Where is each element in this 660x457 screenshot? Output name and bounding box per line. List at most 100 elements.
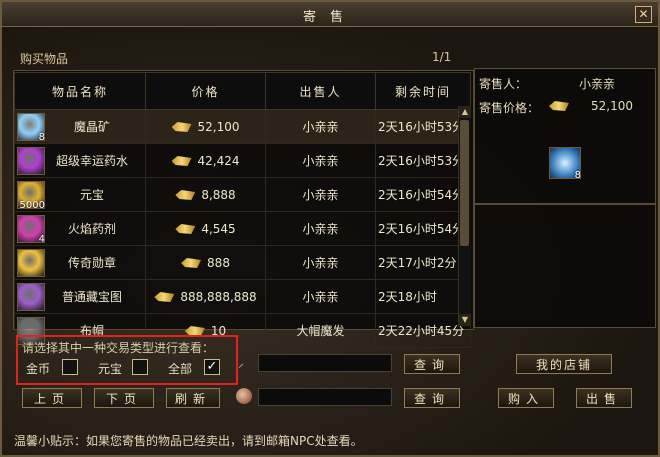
- item-qty: 5000: [19, 200, 45, 211]
- item-name: 传奇勋章: [67, 256, 116, 270]
- gold-icon: [171, 156, 192, 166]
- seller-label: 寄售人：: [479, 77, 528, 91]
- seller-cell: 小亲亲: [265, 109, 376, 144]
- filter-gold-label: 金币: [26, 362, 51, 376]
- price-value: 52,100: [197, 119, 240, 134]
- filter-prompt: 请选择其中一种交易类型进行查看：: [22, 341, 215, 355]
- seller-cell: 小亲亲: [265, 211, 376, 246]
- filter-all-checkbox[interactable]: ✓: [204, 359, 220, 375]
- detail-empty-panel: [474, 204, 656, 328]
- time-cell: 2天18小时: [375, 279, 471, 314]
- price-value: 888,888,888: [180, 289, 257, 304]
- filter-yuanbao-label: 元宝: [98, 362, 123, 376]
- price-value: 52,100: [591, 99, 633, 113]
- seller-cell: 小亲亲: [265, 245, 376, 280]
- time-cell: 2天16小时54分: [375, 177, 471, 212]
- table-row[interactable]: 普通藏宝图 888,888,888 小亲亲 2天18小时: [14, 279, 471, 314]
- scroll-up-icon[interactable]: ▲: [459, 106, 471, 118]
- potion-purple-icon[interactable]: [17, 147, 45, 175]
- price-cell: 42,424: [145, 143, 266, 178]
- page-indicator: 1/1: [432, 50, 452, 64]
- seller-value: 小亲亲: [579, 77, 616, 91]
- my-shop-button[interactable]: 我的店铺: [516, 354, 612, 374]
- item-name-cell: 传奇勋章: [14, 245, 146, 280]
- item-name: 魔晶矿: [73, 120, 110, 134]
- price-value: 888: [207, 255, 230, 270]
- item-name-cell: 8 魔晶矿: [14, 109, 146, 144]
- gold-icon: [175, 190, 196, 200]
- price-label: 寄售价格：: [479, 101, 540, 115]
- medal-icon[interactable]: [17, 249, 45, 277]
- price-value: 42,424: [197, 153, 240, 168]
- crystal-ore-icon[interactable]: 8: [549, 147, 581, 181]
- table-row[interactable]: 超级幸运药水 42,424 小亲亲 2天16小时53分: [14, 143, 471, 178]
- filter-yuanbao-checkbox[interactable]: [132, 359, 148, 375]
- flame-potion-icon[interactable]: 4: [17, 215, 45, 245]
- listing-table: 物品名称 价格 出售人 剩余时间 8 魔晶矿 52,100 小亲亲 2天16小时53分超…: [14, 72, 471, 348]
- treasure-map-icon[interactable]: [17, 283, 45, 311]
- buy-button[interactable]: 购入: [498, 388, 554, 408]
- col-header-price[interactable]: 价格: [145, 72, 266, 110]
- price-cell: 4,545: [145, 211, 266, 246]
- trade-type-filter: 请选择其中一种交易类型进行查看： 金币 元宝 全部 ✓: [16, 335, 238, 385]
- price-cell: 52,100: [145, 109, 266, 144]
- item-name: 火焰药剂: [67, 222, 116, 236]
- seller-cell: 大帽魔发: [265, 313, 376, 348]
- col-header-time[interactable]: 剩余时间: [375, 72, 471, 110]
- title-bar: 寄售 ✕: [2, 2, 658, 27]
- col-header-seller[interactable]: 出售人: [265, 72, 376, 110]
- gold-ingot-icon[interactable]: 5000: [17, 181, 45, 211]
- item-name: 超级幸运药水: [55, 154, 128, 168]
- price-value: 8,888: [201, 187, 236, 202]
- prev-page-button[interactable]: 上页: [22, 388, 82, 408]
- item-qty: 8: [38, 132, 45, 143]
- item-qty: 8: [574, 170, 581, 181]
- gold-icon: [175, 224, 196, 234]
- filter-all-label: 全部: [168, 362, 193, 376]
- table-row[interactable]: 传奇勋章 888 小亲亲 2天17小时2分: [14, 245, 471, 280]
- col-header-name[interactable]: 物品名称: [14, 72, 146, 110]
- price-value: 4,545: [201, 221, 236, 236]
- item-name-cell: 4 火焰药剂: [14, 211, 146, 246]
- table-row[interactable]: 5000 元宝 8,888 小亲亲 2天16小时54分: [14, 177, 471, 212]
- time-cell: 2天22小时45分: [375, 313, 471, 348]
- table-row[interactable]: 8 魔晶矿 52,100 小亲亲 2天16小时53分: [14, 109, 471, 144]
- gold-icon: [181, 258, 202, 268]
- search-input-2[interactable]: [258, 388, 392, 406]
- refresh-button[interactable]: 刷新: [166, 388, 220, 408]
- seller-cell: 小亲亲: [265, 143, 376, 178]
- query-button-2[interactable]: 查询: [404, 388, 460, 408]
- avatar-icon: [236, 388, 252, 404]
- table-header-row: 物品名称 价格 出售人 剩余时间: [14, 72, 471, 110]
- tip-text: 温馨小贴示：如果您寄售的物品已经卖出，请到邮箱NPC处查看。: [14, 434, 363, 448]
- time-cell: 2天16小时54分: [375, 211, 471, 246]
- next-page-button[interactable]: 下页: [94, 388, 154, 408]
- detail-panel: 寄售人： 小亲亲 寄售价格： 52,100 8: [474, 68, 656, 204]
- listing-scrollbar[interactable]: ▲ ▼: [458, 106, 471, 326]
- scroll-down-icon[interactable]: ▼: [459, 314, 471, 326]
- sell-button[interactable]: 出售: [576, 388, 632, 408]
- scroll-thumb[interactable]: [460, 120, 469, 246]
- crystal-ore-icon[interactable]: 8: [17, 113, 45, 143]
- item-name-cell: 普通藏宝图: [14, 279, 146, 314]
- query-button-1[interactable]: 查询: [404, 354, 460, 374]
- price-cell: 8,888: [145, 177, 266, 212]
- section-label: 购买物品: [20, 52, 69, 66]
- item-name: 元宝: [79, 188, 104, 202]
- item-name-cell: 超级幸运药水: [14, 143, 146, 178]
- price-cell: 888,888,888: [145, 279, 266, 314]
- item-qty: 4: [38, 234, 45, 245]
- gold-icon: [549, 101, 569, 111]
- filter-gold-checkbox[interactable]: [62, 359, 78, 375]
- price-cell: 888: [145, 245, 266, 280]
- table-row[interactable]: 4 火焰药剂 4,545 小亲亲 2天16小时54分: [14, 211, 471, 246]
- gold-icon: [171, 122, 192, 132]
- gold-icon: [154, 292, 175, 302]
- seller-cell: 小亲亲: [265, 177, 376, 212]
- search-input-1[interactable]: [258, 354, 392, 372]
- time-cell: 2天16小时53分: [375, 143, 471, 178]
- window-title: 寄售: [302, 10, 357, 25]
- item-name: 普通藏宝图: [61, 290, 122, 304]
- seller-cell: 小亲亲: [265, 279, 376, 314]
- close-icon[interactable]: ✕: [635, 6, 652, 23]
